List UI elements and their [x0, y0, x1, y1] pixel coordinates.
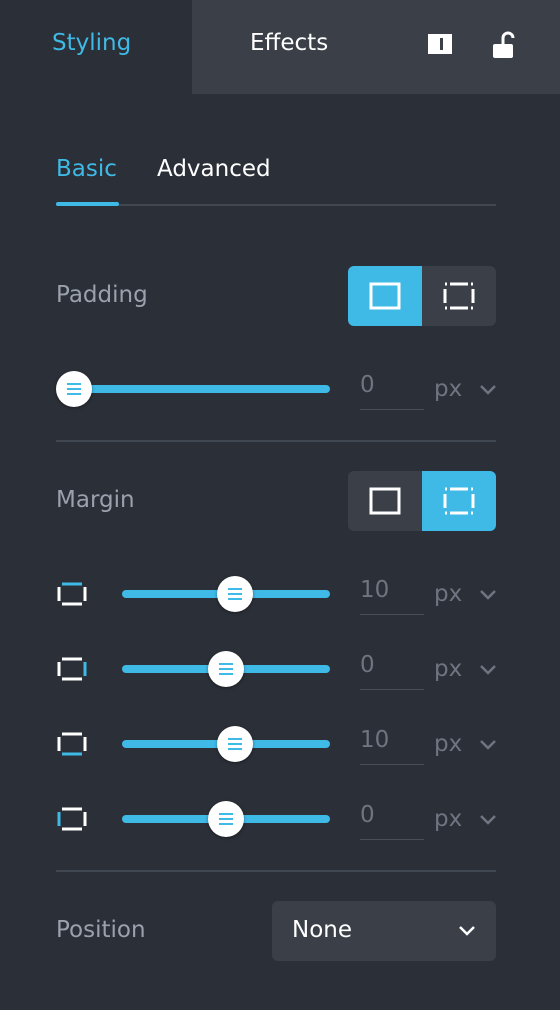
- margin-bottom-unit[interactable]: px: [434, 731, 462, 757]
- section-divider: [56, 870, 496, 872]
- section-divider: [56, 440, 496, 442]
- panel-toggle-icon[interactable]: [426, 30, 456, 62]
- slider-grip-icon: [219, 663, 233, 675]
- margin-top-slider-thumb[interactable]: [217, 576, 253, 612]
- margin-right-unit[interactable]: px: [434, 656, 462, 682]
- padding-slider-thumb[interactable]: [56, 371, 92, 407]
- margin-left-unit[interactable]: px: [434, 806, 462, 832]
- margin-bottom-value-input[interactable]: 10: [360, 723, 424, 765]
- top-tab-bar: Styling Effects: [0, 0, 560, 94]
- tab-styling-label: Styling: [52, 30, 132, 56]
- margin-right-value-input[interactable]: 0: [360, 648, 424, 690]
- subtab-basic[interactable]: Basic: [56, 156, 117, 182]
- chevron-down-icon[interactable]: [479, 814, 497, 826]
- margin-top-unit[interactable]: px: [434, 581, 462, 607]
- margin-uniform-button[interactable]: [348, 471, 422, 531]
- margin-left-icon: [57, 807, 87, 831]
- padding-slider-track[interactable]: [74, 385, 330, 393]
- slider-grip-icon: [228, 588, 242, 600]
- margin-label: Margin: [56, 487, 135, 513]
- chevron-down-icon: [459, 926, 475, 936]
- slider-grip-icon: [67, 383, 81, 395]
- slider-grip-icon: [228, 738, 242, 750]
- position-select-value: None: [292, 917, 353, 943]
- position-label: Position: [56, 917, 146, 943]
- subtab-active-indicator: [56, 202, 119, 206]
- padding-value-input[interactable]: 0: [360, 368, 424, 410]
- tab-effects[interactable]: Effects: [192, 0, 388, 94]
- chevron-down-icon[interactable]: [479, 664, 497, 676]
- tab-styling[interactable]: Styling: [0, 0, 192, 94]
- padding-uniform-button[interactable]: [348, 266, 422, 326]
- slider-grip-icon: [219, 813, 233, 825]
- uniform-box-icon: [369, 487, 401, 515]
- margin-right-icon: [57, 657, 87, 681]
- individual-sides-icon: [443, 282, 475, 310]
- margin-top-value-input[interactable]: 10: [360, 573, 424, 615]
- subtab-bar: Basic Advanced: [56, 150, 496, 206]
- position-select[interactable]: None: [272, 901, 496, 961]
- margin-individual-button[interactable]: [422, 471, 496, 531]
- chevron-down-icon[interactable]: [479, 739, 497, 751]
- chevron-down-icon[interactable]: [479, 384, 497, 396]
- margin-right-slider-thumb[interactable]: [208, 651, 244, 687]
- chevron-down-icon[interactable]: [479, 589, 497, 601]
- tab-effects-label: Effects: [250, 30, 329, 56]
- uniform-box-icon: [369, 282, 401, 310]
- margin-left-slider-thumb[interactable]: [208, 801, 244, 837]
- margin-mode-toggle: [348, 471, 496, 531]
- margin-left-value-input[interactable]: 0: [360, 798, 424, 840]
- padding-individual-button[interactable]: [422, 266, 496, 326]
- margin-bottom-slider-thumb[interactable]: [217, 726, 253, 762]
- padding-unit[interactable]: px: [434, 376, 462, 402]
- padding-mode-toggle: [348, 266, 496, 326]
- margin-top-icon: [57, 582, 87, 606]
- unlock-icon[interactable]: [489, 30, 519, 62]
- individual-sides-icon: [443, 487, 475, 515]
- padding-label: Padding: [56, 282, 148, 308]
- subtab-advanced[interactable]: Advanced: [157, 156, 271, 182]
- margin-bottom-icon: [57, 732, 87, 756]
